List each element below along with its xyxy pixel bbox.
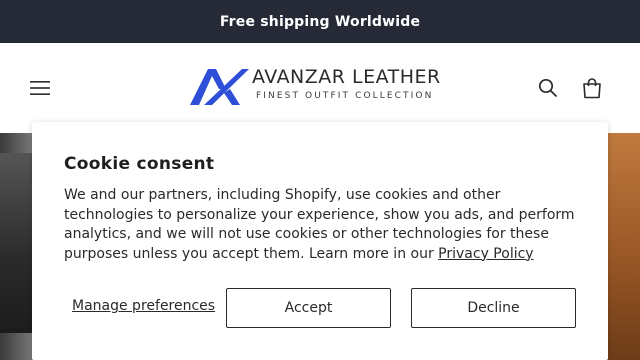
site-header: AVANZAR LEATHER FINEST OUTFIT COLLECTION	[0, 43, 640, 133]
hamburger-menu-icon	[30, 81, 50, 95]
announcement-bar: Free shipping Worldwide	[0, 0, 640, 43]
decline-button[interactable]: Decline	[411, 288, 576, 328]
hero-model-left	[0, 153, 34, 333]
privacy-policy-link[interactable]: Privacy Policy	[438, 246, 533, 262]
manage-preferences-link[interactable]: Manage preferences	[72, 298, 215, 314]
accept-button[interactable]: Accept	[226, 288, 391, 328]
logo-name: AVANZAR LEATHER	[252, 66, 441, 88]
cookie-consent-title: Cookie consent	[64, 154, 215, 174]
logo-tagline: FINEST OUTFIT COLLECTION	[256, 91, 434, 101]
search-icon	[538, 78, 558, 98]
hero-model-right	[606, 133, 640, 360]
cookie-consent-dialog: Cookie consent We and our partners, incl…	[32, 122, 608, 360]
announcement-text: Free shipping Worldwide	[219, 13, 421, 30]
cookie-consent-body: We and our partners, including Shopify, …	[64, 186, 584, 264]
brand-logo[interactable]: AVANZAR LEATHER FINEST OUTFIT COLLECTION	[186, 61, 456, 113]
menu-button[interactable]	[24, 73, 56, 103]
cart-button[interactable]	[576, 73, 608, 103]
search-button[interactable]	[532, 73, 564, 103]
cart-icon	[583, 78, 601, 99]
logo-mark-icon	[190, 69, 249, 105]
